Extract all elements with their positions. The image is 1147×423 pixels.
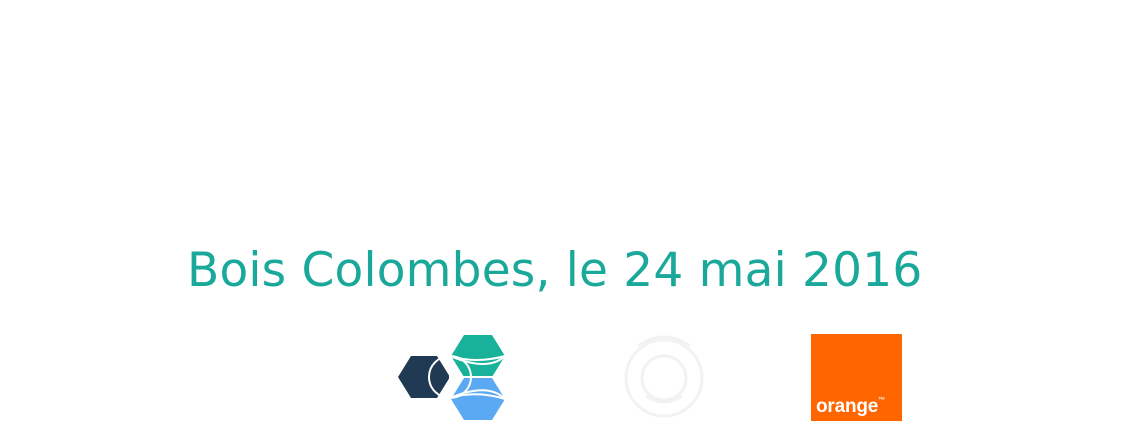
orange-wordmark-text: orange	[816, 396, 879, 417]
orange-trademark: ™	[878, 397, 885, 404]
orange-wordmark: orange™	[816, 396, 885, 418]
orange-brand-logo: orange™	[811, 334, 902, 421]
hexagon-cluster-logo-icon	[398, 335, 506, 420]
faded-emblem-logo-icon	[624, 335, 704, 418]
slide: Bois Colombes, le 24 mai 2016 orange™	[0, 0, 1147, 423]
event-date-line: Bois Colombes, le 24 mai 2016	[187, 243, 923, 298]
